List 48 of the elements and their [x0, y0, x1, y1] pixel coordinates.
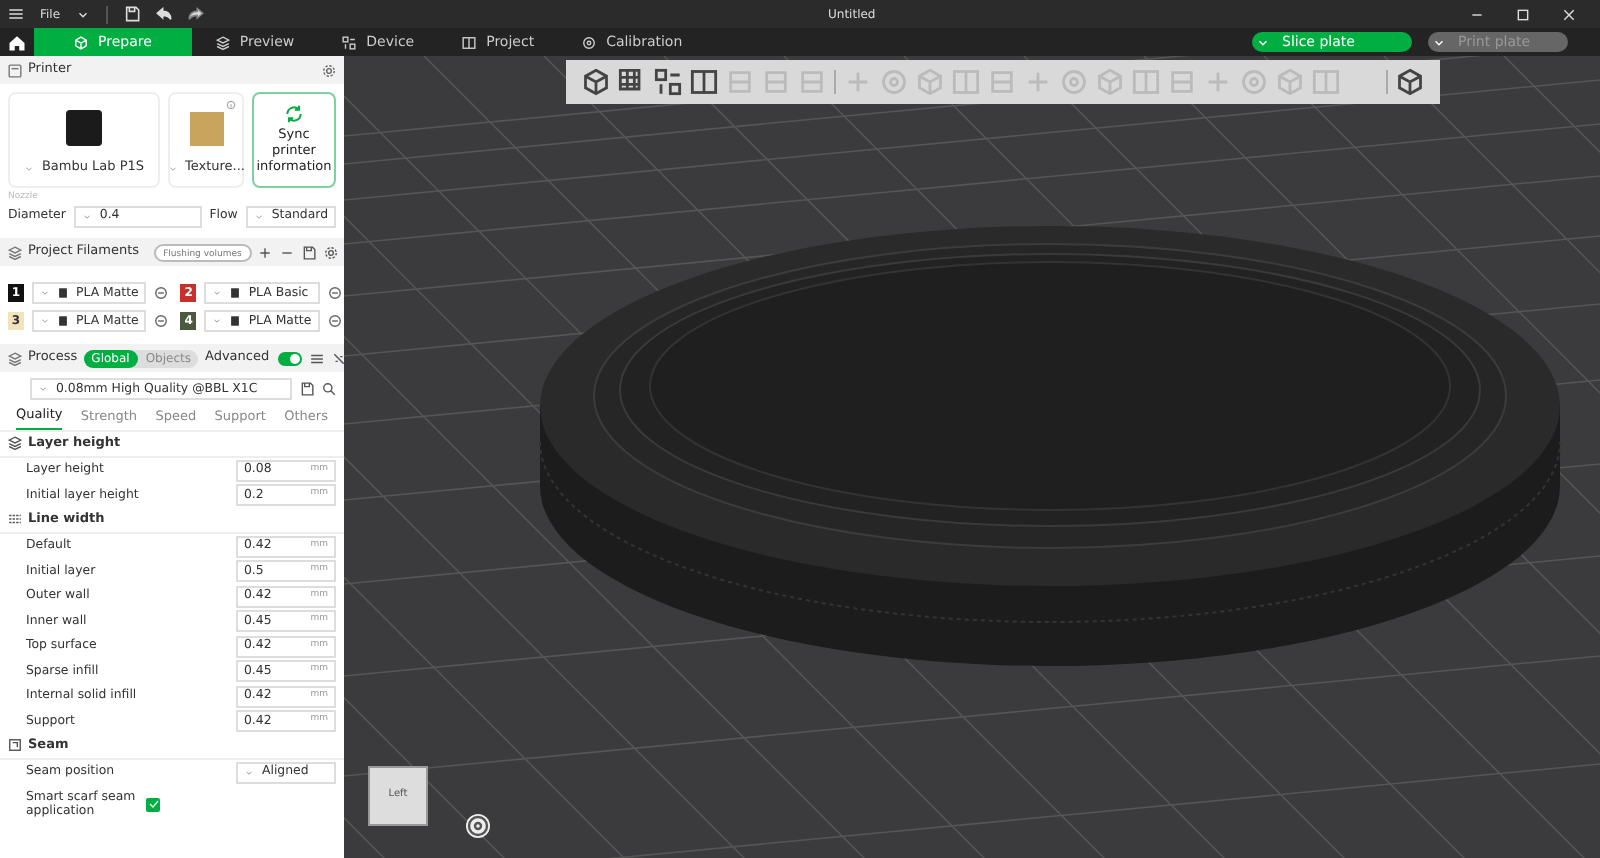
chevron-down-icon [212, 316, 223, 326]
home-icon[interactable] [8, 33, 26, 51]
remove-icon[interactable] [154, 314, 169, 328]
save-icon[interactable] [300, 382, 314, 396]
chevron-down-icon [212, 288, 223, 298]
chevron-down-icon [40, 316, 50, 326]
remove-icon[interactable] [327, 286, 342, 300]
plus-icon[interactable] [257, 245, 272, 259]
chevron-down-icon [244, 767, 254, 777]
cube-icon [74, 35, 88, 49]
caret-icon [1256, 35, 1270, 49]
chevron-down-icon[interactable] [76, 7, 91, 21]
arrange-icon[interactable] [654, 68, 682, 96]
chevron-down-icon [23, 163, 34, 174]
chevron-down-icon [167, 163, 177, 174]
layout-icon[interactable] [690, 68, 718, 96]
info-icon [226, 100, 236, 110]
check-icon [147, 798, 159, 811]
advanced-switch[interactable] [277, 351, 302, 365]
plate-picture [189, 112, 223, 147]
printer-picture [66, 110, 102, 147]
remove-icon[interactable] [327, 314, 342, 328]
redo-icon[interactable] [188, 6, 205, 22]
add-cube-icon[interactable] [582, 68, 610, 96]
settings-icon[interactable] [323, 245, 338, 259]
remove-icon[interactable] [154, 286, 169, 300]
layers-icon [215, 35, 230, 49]
maximize-icon[interactable] [1516, 7, 1530, 21]
chevron-down-icon [253, 211, 264, 221]
caret-icon [1432, 35, 1446, 49]
target-icon [582, 35, 597, 49]
sync-icon [284, 104, 304, 125]
plate-grid-icon[interactable] [618, 68, 646, 96]
undo-icon[interactable] [156, 6, 173, 22]
checkbox[interactable] [146, 797, 160, 812]
menu-icon[interactable] [8, 6, 24, 22]
gizmo-icon[interactable] [466, 814, 490, 838]
printer-icon [8, 63, 22, 77]
save-icon[interactable] [301, 245, 316, 259]
chevron-down-icon [81, 211, 92, 221]
assembly-icon[interactable] [1396, 68, 1424, 96]
layers-icon [8, 436, 22, 451]
close-icon[interactable] [1562, 7, 1576, 21]
list-icon[interactable] [309, 351, 324, 365]
chevron-down-icon [40, 288, 50, 298]
settings-icon[interactable] [322, 63, 336, 77]
chevron-down-icon [38, 384, 48, 394]
search-icon[interactable] [322, 382, 336, 396]
